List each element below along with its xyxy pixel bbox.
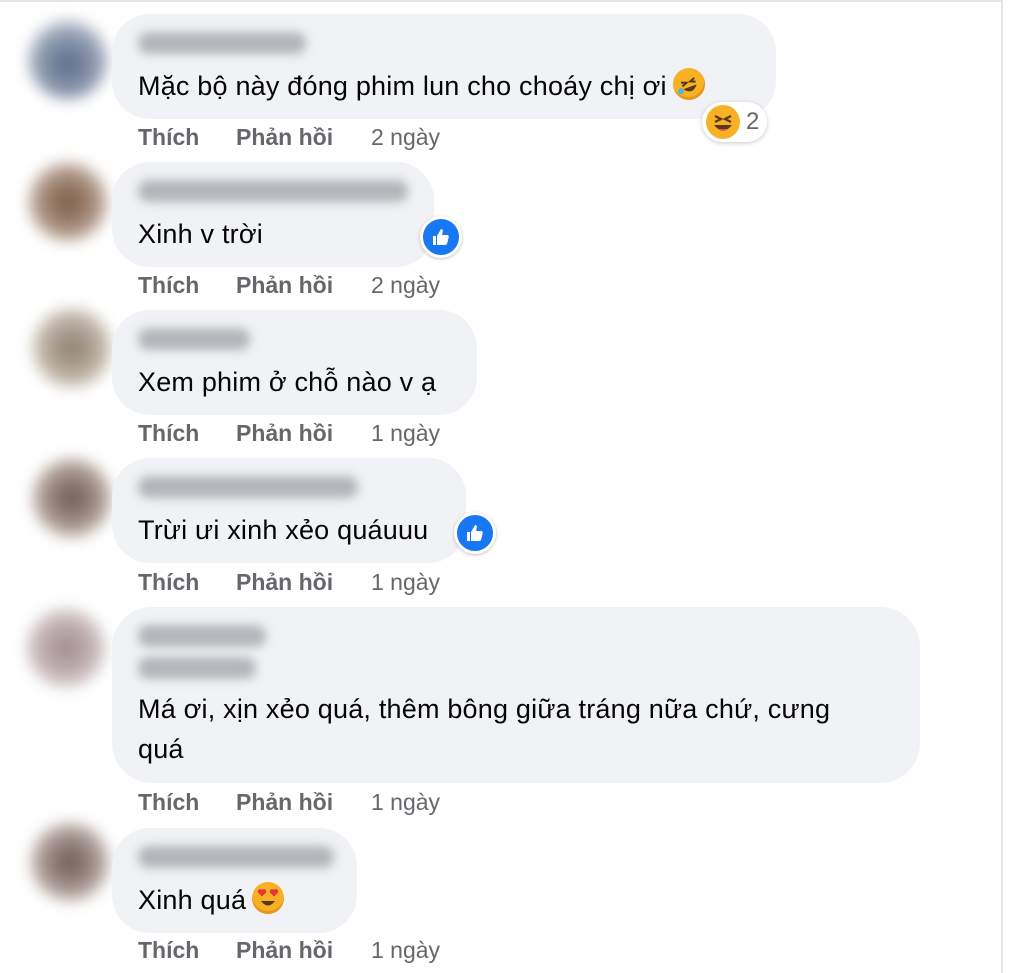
comment-actions: Thích Phản hồi 1 ngày: [138, 789, 440, 816]
comment-bubble: Trừi ưi xinh xẻo quáuuu: [112, 458, 466, 563]
comment-actions: Thích Phản hồi 1 ngày: [138, 420, 440, 447]
author-name-blurred[interactable]: [138, 180, 408, 202]
avatar[interactable]: [32, 458, 112, 538]
reply-link[interactable]: Phản hồi: [236, 272, 371, 299]
rolling-on-floor-laughing-icon: [668, 63, 710, 105]
author-name-blurred[interactable]: [138, 32, 306, 54]
avatar[interactable]: [32, 308, 112, 388]
timestamp[interactable]: 1 ngày: [371, 937, 440, 964]
laughing-squint-icon: [706, 105, 740, 139]
author-name-blurred[interactable]: [138, 476, 358, 498]
comment-actions: Thích Phản hồi 1 ngày: [138, 569, 440, 596]
avatar[interactable]: [28, 20, 108, 100]
comment-text: Trừi ưi xinh xẻo quáuuu: [138, 515, 429, 545]
timestamp[interactable]: 2 ngày: [371, 272, 440, 299]
avatar[interactable]: [26, 608, 106, 688]
timestamp[interactable]: 1 ngày: [371, 789, 440, 816]
like-link[interactable]: Thích: [138, 937, 236, 964]
heart-eyes-icon: [252, 882, 285, 914]
like-link[interactable]: Thích: [138, 420, 236, 447]
avatar[interactable]: [28, 162, 108, 242]
comment-text: Má ơi, xịn xẻo quá, thêm bông giữa tráng…: [138, 694, 831, 764]
reaction-count: 2: [746, 108, 760, 135]
comment-actions: Thích Phản hồi 2 ngày: [138, 272, 440, 299]
like-icon[interactable]: [454, 512, 496, 554]
like-link[interactable]: Thích: [138, 272, 236, 299]
timestamp[interactable]: 1 ngày: [371, 420, 440, 447]
reply-link[interactable]: Phản hồi: [236, 569, 371, 596]
comment-text: Xinh quá: [138, 880, 285, 920]
timestamp[interactable]: 2 ngày: [371, 124, 440, 151]
comment-bubble: Xinh quá: [112, 828, 357, 933]
comment-actions: Thích Phản hồi 2 ngày: [138, 124, 440, 151]
reply-link[interactable]: Phản hồi: [236, 789, 371, 816]
like-link[interactable]: Thích: [138, 124, 236, 151]
comment-text: Mặc bộ này đóng phim lun cho choáy chị ơ…: [138, 63, 710, 106]
comment-bubble: Mặc bộ này đóng phim lun cho choáy chị ơ…: [112, 14, 776, 119]
author-name-blurred[interactable]: [138, 846, 334, 868]
reply-link[interactable]: Phản hồi: [236, 420, 371, 447]
comment-text: Xem phim ở chỗ nào v ạ: [138, 367, 437, 397]
avatar[interactable]: [30, 822, 110, 902]
author-name-blurred[interactable]: [138, 328, 250, 350]
like-icon[interactable]: [420, 216, 462, 258]
reply-link[interactable]: Phản hồi: [236, 937, 371, 964]
author-name-blurred: [138, 657, 256, 679]
reply-link[interactable]: Phản hồi: [236, 124, 371, 151]
timestamp[interactable]: 1 ngày: [371, 569, 440, 596]
comment-bubble: Má ơi, xịn xẻo quá, thêm bông giữa tráng…: [112, 607, 920, 783]
like-link[interactable]: Thích: [138, 789, 236, 816]
like-link[interactable]: Thích: [138, 569, 236, 596]
comment-text: Xinh v trời: [138, 219, 263, 249]
comment-actions: Thích Phản hồi 1 ngày: [138, 937, 440, 964]
comment-bubble: Xem phim ở chỗ nào v ạ: [112, 310, 477, 415]
reaction-summary[interactable]: 2: [702, 102, 768, 142]
comment-bubble: Xinh v trời: [112, 162, 434, 267]
author-name-blurred[interactable]: [138, 625, 266, 647]
